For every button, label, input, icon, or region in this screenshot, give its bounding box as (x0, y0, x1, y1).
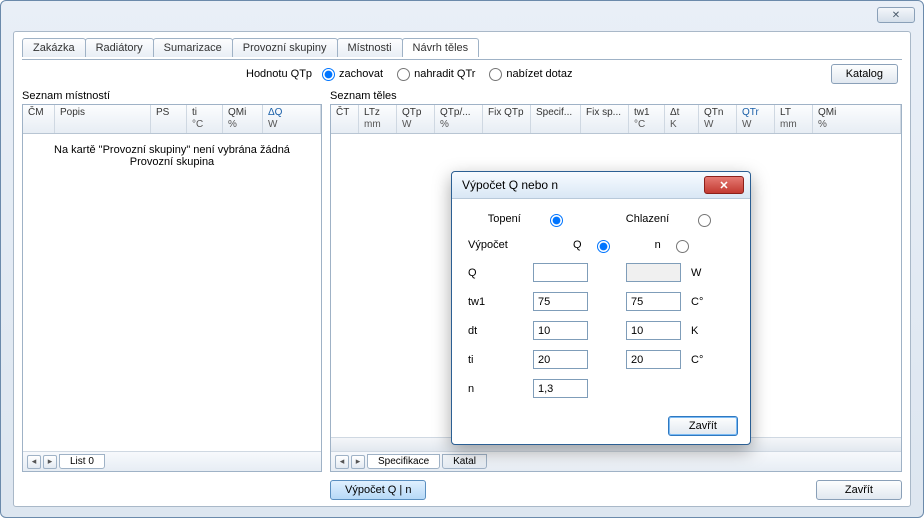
tab-mistnosti[interactable]: Místnosti (337, 38, 403, 57)
close-button[interactable]: Zavřít (816, 480, 902, 500)
bodies-grid-bottom: ◂ ▸ Specifikace Katal (331, 451, 901, 471)
bodies-tab-specifikace[interactable]: Specifikace (367, 454, 440, 469)
row-dt-input2[interactable] (626, 321, 681, 340)
row-ti-input1[interactable] (533, 350, 588, 369)
col-fix-qtp[interactable]: Fix QTp (483, 105, 531, 133)
tab-sumarizace[interactable]: Sumarizace (153, 38, 233, 57)
row-n-input1[interactable] (533, 379, 588, 398)
right-pane-title: Seznam těles (330, 90, 902, 102)
bodies-nav-prev[interactable]: ◂ (335, 455, 349, 469)
calc-q-radio[interactable] (597, 240, 610, 253)
qtp-opt-zachovat[interactable]: zachovat (322, 68, 383, 81)
row-q-input1[interactable] (533, 263, 588, 282)
qtp-label: Hodnotu QTp (246, 68, 312, 80)
katalog-button[interactable]: Katalog (831, 64, 898, 84)
dialog-body: Topení Chlazení Výpočet Q n Q W (452, 199, 750, 412)
rooms-nav-next[interactable]: ▸ (43, 455, 57, 469)
close-icon: ✕ (719, 179, 728, 192)
app-window: ✕ Zakázka Radiátory Sumarizace Provozní … (0, 0, 924, 518)
col-qtp[interactable]: QTpW (397, 105, 435, 133)
rooms-empty-line2: Provozní skupina (23, 156, 321, 168)
row-tw1-input1[interactable] (533, 292, 588, 311)
row-q-unit: W (691, 267, 715, 279)
row-tw1-unit: C° (691, 296, 715, 308)
row-dt-label: dt (468, 325, 523, 337)
dialog-close-footer-button[interactable]: Zavřít (668, 416, 738, 436)
col-ti[interactable]: ti°C (187, 105, 223, 133)
col-ltz[interactable]: LTzmm (359, 105, 397, 133)
col-qmi[interactable]: QMi% (223, 105, 263, 133)
col-ct[interactable]: ČT (331, 105, 359, 133)
calc-n-radio[interactable] (676, 240, 689, 253)
row-tw1-label: tw1 (468, 296, 523, 308)
qtp-opt-dotaz[interactable]: nabízet dotaz (489, 68, 572, 81)
calc-label: Výpočet (468, 239, 523, 251)
row-n-label: n (468, 383, 523, 395)
dialog-title-text: Výpočet Q nebo n (462, 178, 558, 192)
left-pane-title: Seznam místností (22, 90, 322, 102)
rooms-grid-header: ČM Popis PS ti°C QMi% ΔQW (23, 105, 321, 134)
tab-radiatory[interactable]: Radiátory (85, 38, 154, 57)
col-lt[interactable]: LTmm (775, 105, 813, 133)
tab-provozni-skupiny[interactable]: Provozní skupiny (232, 38, 338, 57)
row-tw1-input2[interactable] (626, 292, 681, 311)
footer: Výpočet Q | n Zavřít (22, 480, 902, 500)
left-pane: Seznam místností ČM Popis PS ti°C QMi% Δ… (22, 90, 322, 472)
col-qtr[interactable]: QTrW (737, 105, 775, 133)
mode-chlazeni-label: Chlazení (626, 213, 669, 225)
dialog-titlebar[interactable]: Výpočet Q nebo n ✕ (452, 172, 750, 199)
rooms-grid-bottom: ◂ ▸ List 0 (23, 451, 321, 471)
calc-q-label: Q (573, 239, 582, 251)
calc-n-label: n (655, 239, 661, 251)
calc-dialog: Výpočet Q nebo n ✕ Topení Chlazení Výpoč… (451, 171, 751, 445)
window-close-button[interactable]: ✕ (877, 7, 915, 23)
qtp-opt-nahradit[interactable]: nahradit QTr (397, 68, 475, 81)
col-qmi-r[interactable]: QMi% (813, 105, 901, 133)
rooms-nav-prev[interactable]: ◂ (27, 455, 41, 469)
mode-topeni-label: Topení (488, 213, 521, 225)
row-dt-unit: K (691, 325, 715, 337)
qtp-opt-dotaz-label: nabízet dotaz (506, 68, 572, 80)
rooms-sheet-tab[interactable]: List 0 (59, 454, 105, 469)
qtp-opt-nahradit-label: nahradit QTr (414, 68, 475, 80)
calc-q-n-button[interactable]: Výpočet Q | n (330, 480, 426, 500)
main-tabstrip: Zakázka Radiátory Sumarizace Provozní sk… (22, 38, 902, 57)
rooms-empty-line1: Na kartě "Provozní skupiny" není vybrána… (23, 144, 321, 156)
bodies-nav-next[interactable]: ▸ (351, 455, 365, 469)
dialog-close-button[interactable]: ✕ (704, 176, 744, 194)
row-ti-input2[interactable] (626, 350, 681, 369)
bodies-tab-katalog[interactable]: Katal (442, 454, 487, 469)
col-dq[interactable]: ΔQW (263, 105, 321, 133)
row-ti-unit: C° (691, 354, 715, 366)
tab-zakazka[interactable]: Zakázka (22, 38, 86, 57)
col-dt[interactable]: ΔtK (665, 105, 699, 133)
rooms-grid-body: Na kartě "Provozní skupiny" není vybrána… (23, 134, 321, 451)
col-qtn[interactable]: QTnW (699, 105, 737, 133)
close-icon: ✕ (892, 10, 900, 21)
row-ti-label: ti (468, 354, 523, 366)
col-specif[interactable]: Specif... (531, 105, 581, 133)
rooms-grid: ČM Popis PS ti°C QMi% ΔQW Na kartě "Prov… (22, 104, 322, 472)
rooms-empty-message: Na kartě "Provozní skupiny" není vybrána… (23, 134, 321, 168)
col-tw1[interactable]: tw1°C (629, 105, 665, 133)
col-popis[interactable]: Popis (55, 105, 151, 133)
qtp-opt-zachovat-label: zachovat (339, 68, 383, 80)
col-fix-sp[interactable]: Fix sp... (581, 105, 629, 133)
row-q-input2 (626, 263, 681, 282)
col-ps[interactable]: PS (151, 105, 187, 133)
mode-topeni-radio[interactable] (550, 214, 563, 227)
tab-navrh-teles[interactable]: Návrh těles (402, 38, 480, 57)
row-q-label: Q (468, 267, 523, 279)
row-dt-input1[interactable] (533, 321, 588, 340)
col-cm[interactable]: ČM (23, 105, 55, 133)
qtp-toolbar: Hodnotu QTp zachovat nahradit QTr nabíze… (22, 60, 902, 90)
col-qtp-pct[interactable]: QTp/...% (435, 105, 483, 133)
bodies-grid-header: ČT LTzmm QTpW QTp/...% Fix QTp Specif...… (331, 105, 901, 134)
mode-chlazeni-radio[interactable] (698, 214, 711, 227)
